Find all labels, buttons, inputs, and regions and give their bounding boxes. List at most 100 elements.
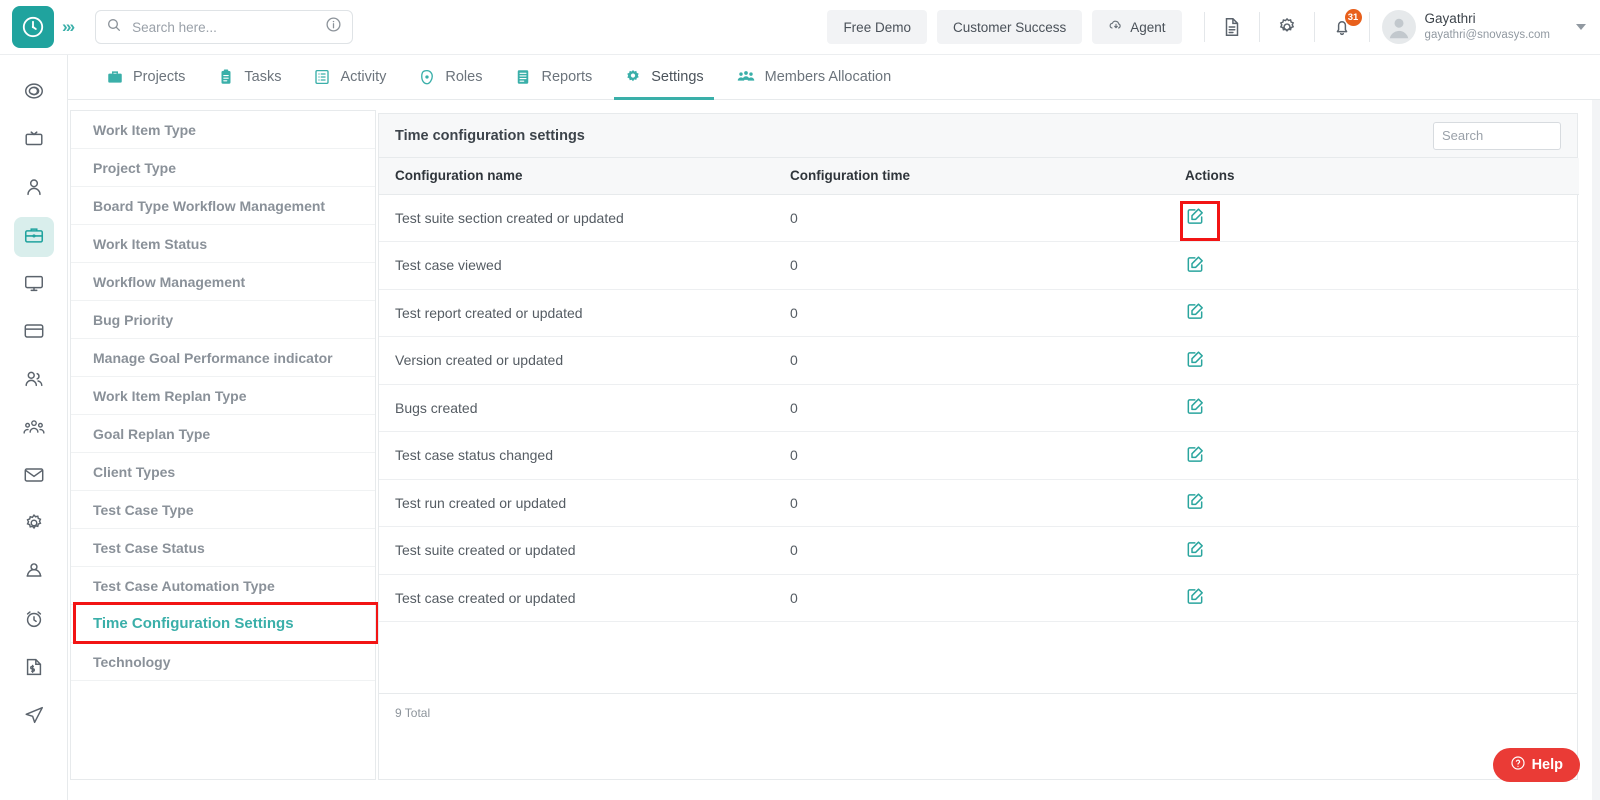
rail-item-profile[interactable] [14, 553, 54, 593]
avatar[interactable] [1381, 10, 1416, 44]
rail-item-mail[interactable] [14, 457, 54, 497]
settings-menu-item-label: Technology [93, 653, 171, 670]
edit-icon[interactable] [1185, 396, 1205, 416]
edit-icon[interactable] [1185, 206, 1205, 226]
settings-menu-item[interactable]: Client Types [71, 453, 375, 491]
alarm-clock-icon [23, 608, 45, 635]
edit-icon[interactable] [1185, 349, 1205, 369]
user-email: gayathri@snovasys.com [1424, 29, 1550, 42]
rail-item-send[interactable] [14, 697, 54, 737]
cell-configuration-name: Test run created or updated [379, 479, 774, 527]
edit-icon[interactable] [1185, 539, 1205, 559]
cell-configuration-time: 0 [774, 289, 1169, 337]
settings-menu-item[interactable]: Goal Replan Type [71, 415, 375, 453]
search-input[interactable] [122, 19, 326, 35]
settings-menu-item[interactable]: Test Case Type [71, 491, 375, 529]
mail-icon [23, 464, 45, 491]
chevron-down-icon[interactable] [1576, 24, 1586, 30]
rail-item-invoices[interactable] [14, 649, 54, 689]
settings-menu-item[interactable]: Manage Goal Performance indicator [71, 339, 375, 377]
tab-label: Members Allocation [764, 69, 892, 85]
help-button[interactable]: Help [1492, 748, 1580, 782]
table-row: Test case viewed 0 [379, 241, 1579, 290]
clipboard-icon [217, 68, 235, 86]
settings-menu-item-label: Work Item Status [93, 235, 208, 252]
settings-menu-item-label: Work Item Type [93, 121, 196, 138]
user-badge-icon [23, 560, 45, 587]
time-configuration-card: Time configuration settings Configuratio… [378, 113, 1579, 780]
chevrons-right-icon[interactable]: »› [62, 17, 75, 37]
tab-label: Tasks [244, 69, 282, 85]
settings-menu-item[interactable]: Bug Priority [71, 301, 375, 339]
tab-projects[interactable]: Projects [90, 55, 201, 100]
settings-menu-item[interactable]: Workflow Management [71, 263, 375, 301]
settings-menu-item[interactable]: Work Item Status [71, 225, 375, 263]
edit-icon[interactable] [1185, 491, 1205, 511]
settings-menu-item[interactable]: Board Type Workflow Management [71, 187, 375, 225]
rail-item-user[interactable] [14, 169, 54, 209]
agent-button[interactable]: Agent [1092, 10, 1182, 44]
info-icon[interactable] [325, 16, 342, 38]
rail-item-billing[interactable] [14, 313, 54, 353]
settings-menu-item[interactable]: Technology [71, 643, 375, 681]
agent-label: Agent [1130, 19, 1166, 35]
settings-menu-item[interactable]: Test Case Automation Type [71, 567, 375, 605]
rail-item-projects[interactable] [13, 217, 54, 257]
left-icon-rail [0, 55, 68, 800]
cell-configuration-name: Test case created or updated [379, 574, 774, 622]
customer-success-button[interactable]: Customer Success [936, 10, 1083, 44]
free-demo-button[interactable]: Free Demo [827, 10, 927, 44]
rail-item-presentation[interactable] [14, 121, 54, 161]
settings-menu-item[interactable]: Project Type [71, 149, 375, 187]
edit-icon[interactable] [1185, 254, 1205, 274]
gear-icon[interactable] [1272, 12, 1302, 42]
settings-menu-item[interactable]: Work Item Replan Type [71, 377, 375, 415]
settings-menu-item[interactable]: Time Configuration Settings [71, 602, 379, 644]
table-row: Test run created or updated 0 [379, 479, 1579, 527]
cell-actions [1169, 336, 1579, 385]
rail-item-settings[interactable] [14, 505, 54, 545]
tab-reports[interactable]: Reports [498, 55, 608, 100]
tab-activity[interactable]: Activity [297, 55, 402, 100]
user-info[interactable]: Gayathri gayathri@snovasys.com [1425, 11, 1550, 42]
table-row: Test suite created or updated 0 [379, 526, 1579, 575]
table-search-input[interactable] [1433, 121, 1561, 150]
cell-actions [1169, 289, 1579, 337]
rail-item-dashboard[interactable] [14, 73, 54, 113]
column-header-actions: Actions [1169, 158, 1579, 195]
rail-item-monitor[interactable] [14, 265, 54, 305]
cell-configuration-name: Test suite created or updated [379, 526, 774, 575]
tab-settings[interactable]: Settings [608, 55, 719, 100]
cell-actions [1169, 479, 1579, 527]
document-icon[interactable] [1217, 12, 1247, 42]
cell-actions [1169, 574, 1579, 622]
tab-tasks[interactable]: Tasks [201, 55, 297, 100]
send-icon [23, 704, 45, 731]
cell-configuration-time: 0 [774, 241, 1169, 290]
clock-logo-icon[interactable] [12, 6, 54, 48]
global-search[interactable] [95, 10, 354, 44]
rail-item-timesheet[interactable] [14, 601, 54, 641]
table-row: Test case status changed 0 [379, 431, 1579, 480]
rail-item-groups[interactable] [14, 409, 54, 449]
total-count-label: 9 Total [395, 706, 431, 720]
tab-roles[interactable]: Roles [402, 55, 498, 100]
tab-members-allocation[interactable]: Members Allocation [720, 55, 908, 100]
page-scrollbar[interactable] [1592, 100, 1600, 800]
edit-icon[interactable] [1185, 301, 1205, 321]
rail-item-users[interactable] [14, 361, 54, 401]
search-icon [106, 17, 122, 38]
tab-label: Reports [541, 69, 593, 85]
cell-configuration-name: Version created or updated [379, 336, 774, 385]
edit-icon[interactable] [1185, 586, 1205, 606]
bell-icon[interactable]: 31 [1327, 9, 1362, 42]
settings-menu-item-label: Time Configuration Settings [93, 615, 294, 632]
card-footer: 9 Total [379, 693, 1577, 779]
settings-menu-item[interactable]: Test Case Status [71, 529, 375, 567]
users-icon [23, 368, 45, 395]
table-row: Test report created or updated 0 [379, 289, 1579, 337]
edit-icon[interactable] [1185, 444, 1205, 464]
settings-menu-item[interactable]: Work Item Type [71, 111, 375, 149]
header-actions: Free Demo Customer Success Agent 31 Gaya… [827, 9, 1600, 44]
settings-menu-item-label: Board Type Workflow Management [93, 197, 326, 214]
